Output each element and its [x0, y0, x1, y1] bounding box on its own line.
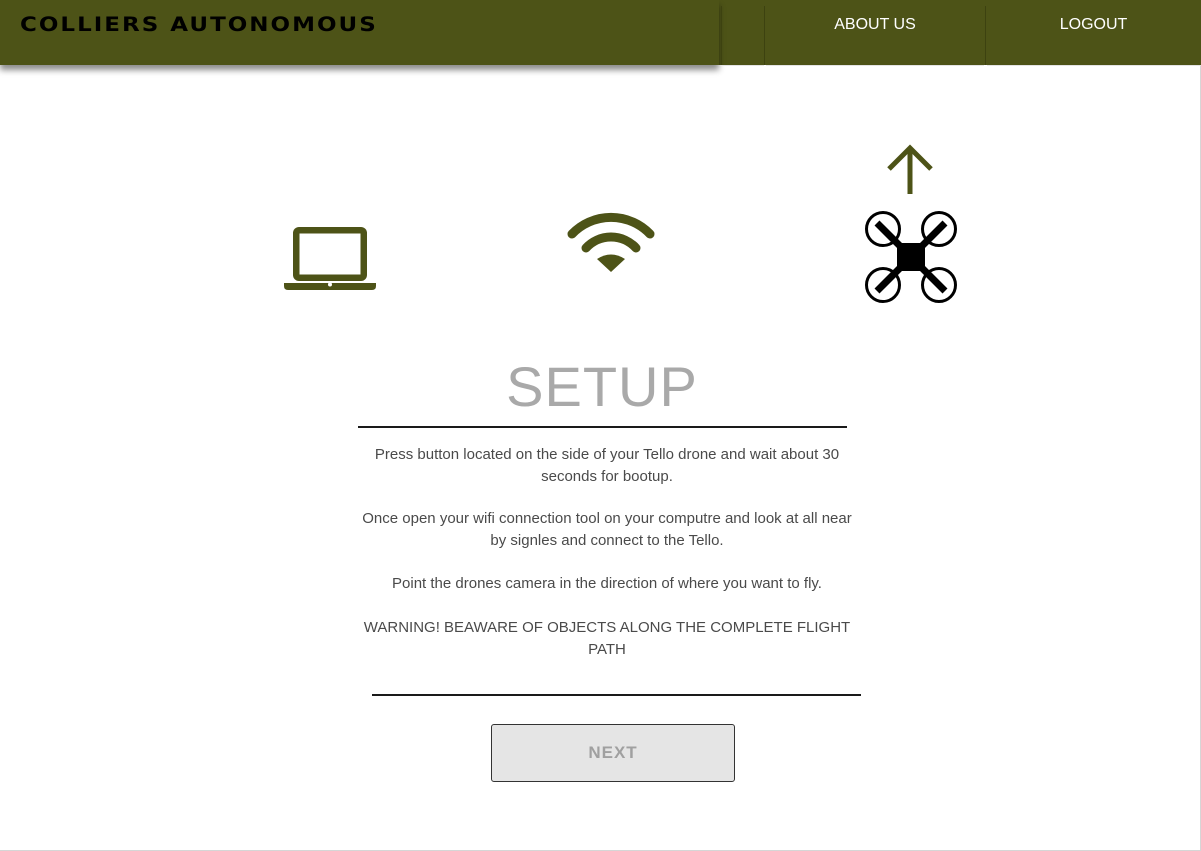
instruction-step-3: Point the drones camera in the direction…	[392, 575, 822, 592]
top-navbar: COLLIERS AUTONOMOUS ABOUT US LOGOUT	[0, 0, 1201, 65]
nav-underline	[766, 65, 984, 66]
nav-underline	[721, 65, 764, 66]
nav-underline	[987, 65, 1201, 66]
next-button[interactable]: NEXT	[491, 724, 735, 782]
setup-title: SETUP	[506, 355, 698, 418]
warning-text: WARNING! BEAWARE OF OBJECTS ALONG THE CO…	[363, 619, 851, 658]
nav-about-us-link[interactable]: ABOUT US	[765, 0, 985, 50]
instruction-step-1: Press button located on the side of your…	[374, 446, 840, 485]
nav-logout-link[interactable]: LOGOUT	[986, 0, 1201, 50]
brand-title[interactable]: COLLIERS AUTONOMOUS	[20, 14, 378, 36]
title-divider	[358, 426, 847, 428]
drone-icon	[865, 211, 957, 303]
instruction-step-2: Once open your wifi connection tool on y…	[362, 510, 852, 549]
nav-divider	[721, 6, 722, 65]
laptop-icon	[284, 227, 376, 290]
arrow-up-icon	[887, 144, 933, 194]
content-divider	[372, 694, 861, 696]
wifi-icon	[567, 212, 655, 272]
